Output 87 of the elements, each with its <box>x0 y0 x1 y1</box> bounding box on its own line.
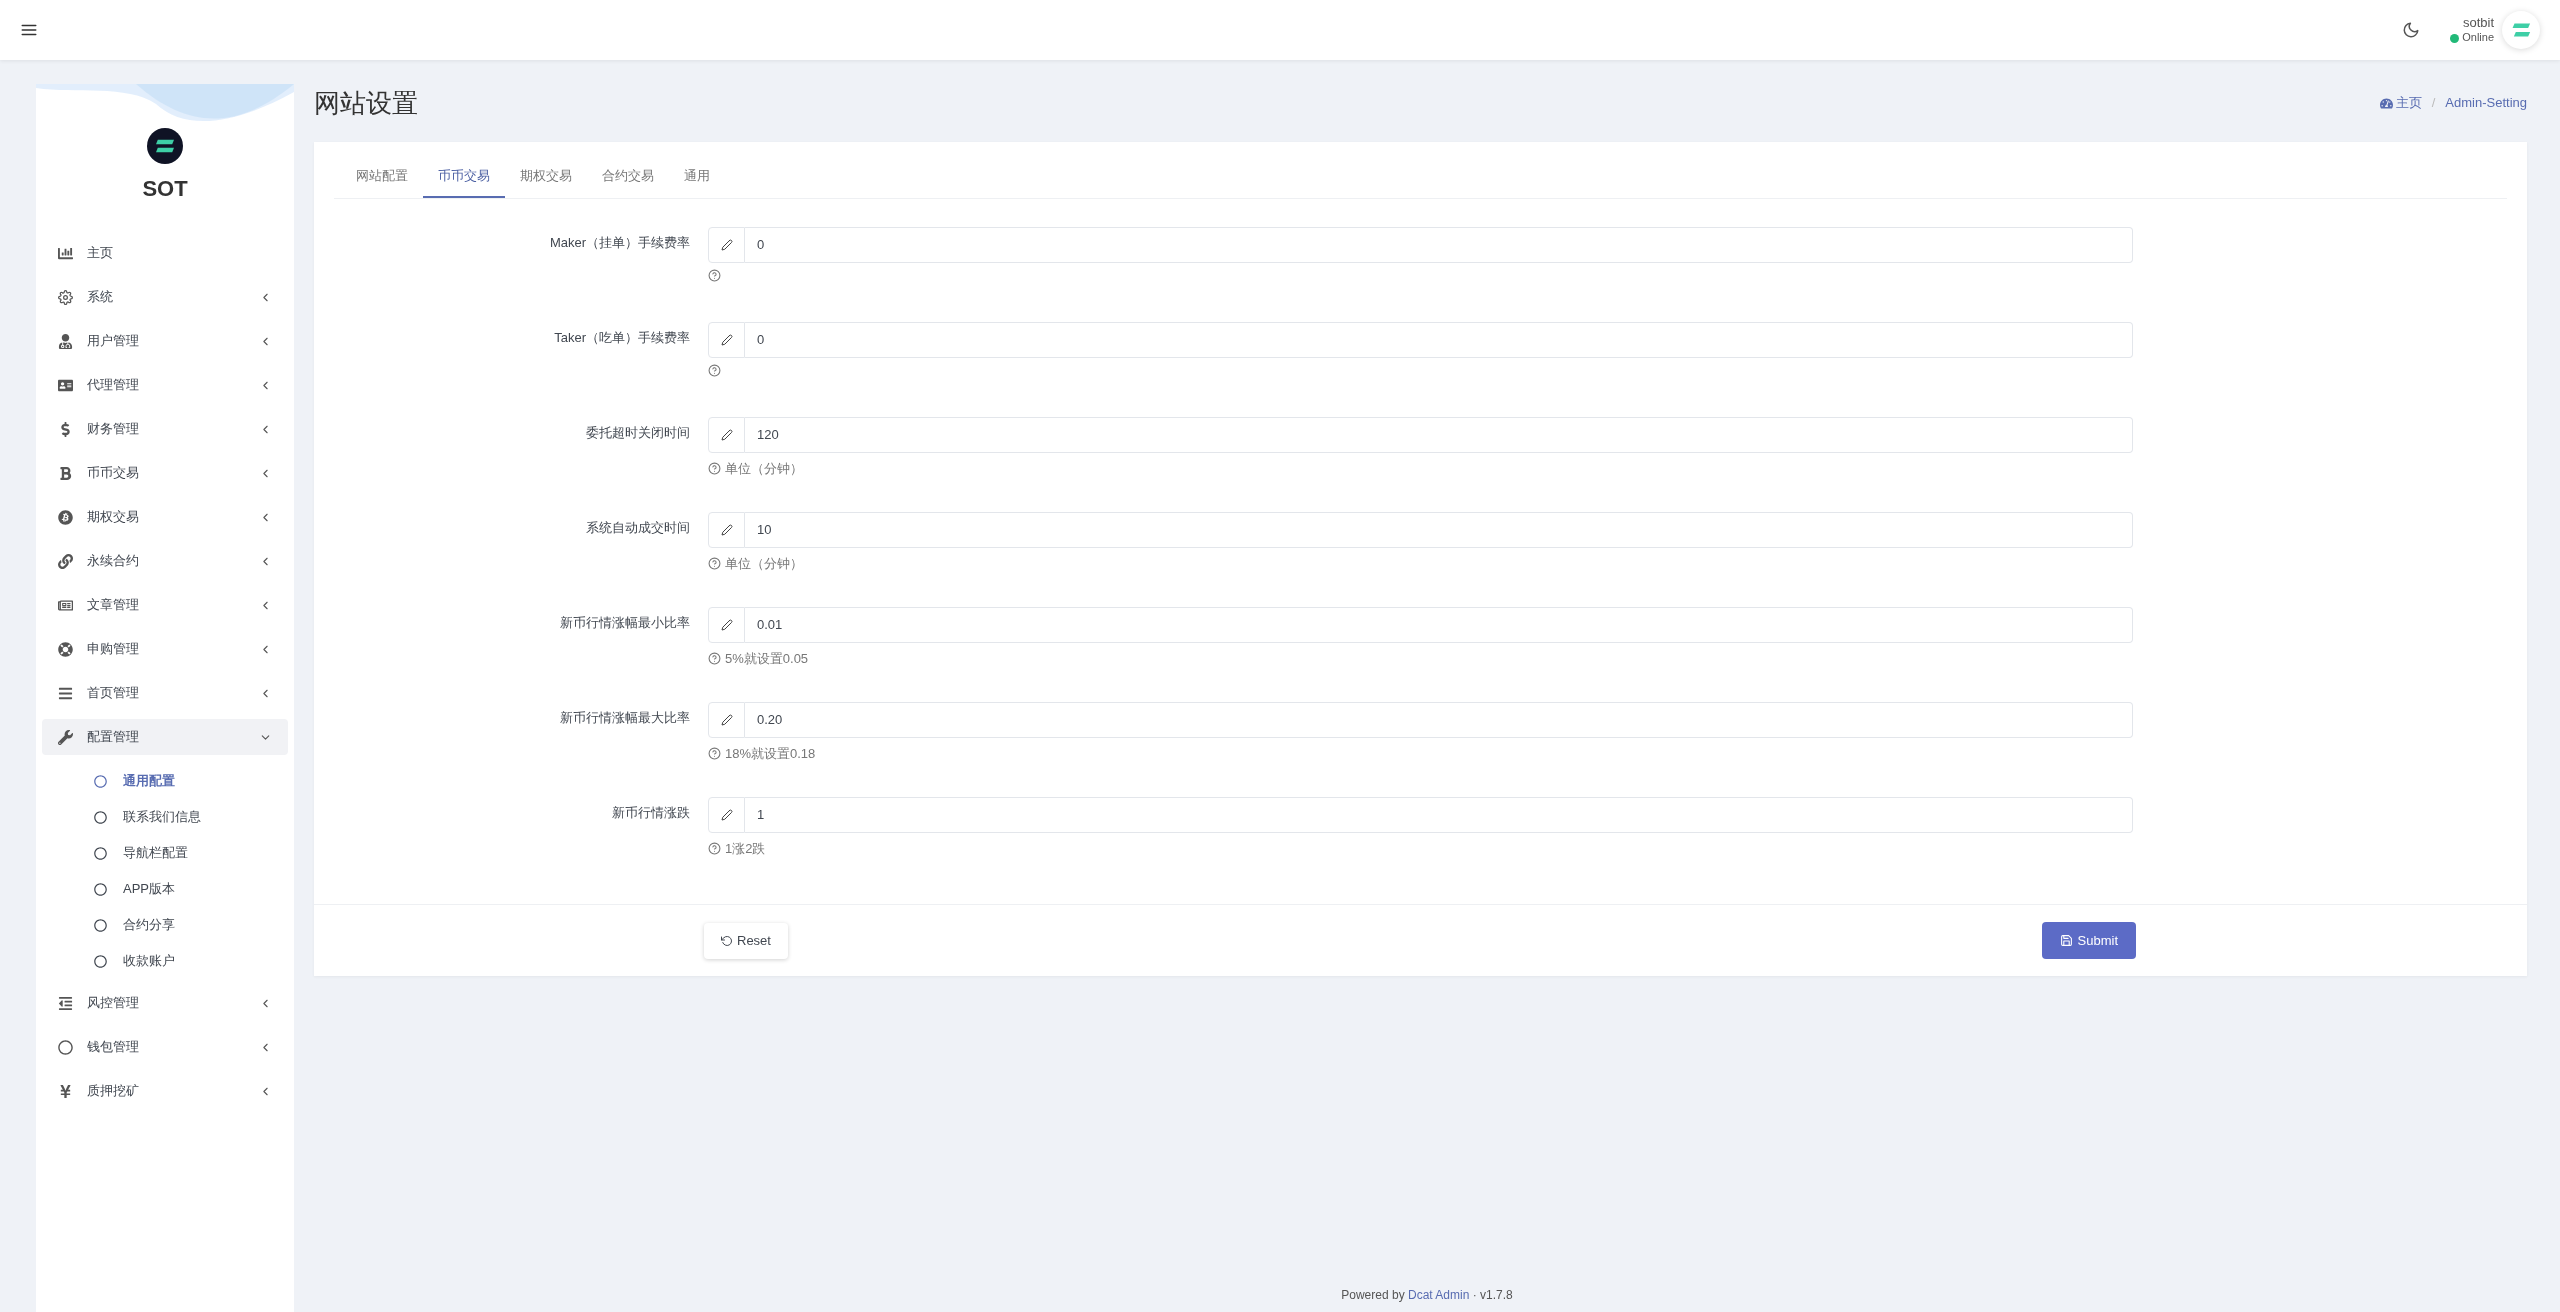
help-icon <box>708 652 721 666</box>
letter-b-icon <box>58 465 73 481</box>
menu-item[interactable]: 期权交易 <box>42 499 288 535</box>
outdent-icon <box>58 995 73 1011</box>
input-field[interactable]: 10 <box>745 512 2133 548</box>
pencil-icon <box>720 714 733 726</box>
menu-item[interactable]: 永续合约 <box>42 543 288 579</box>
submenu-item[interactable]: 导航栏配置 <box>36 835 294 871</box>
menu-item[interactable]: 首页管理 <box>42 675 288 711</box>
menu-item[interactable]: 用户管理 <box>42 323 288 359</box>
breadcrumb-link[interactable]: 主页 <box>2395 93 2422 113</box>
reset-icon <box>721 934 733 947</box>
reset-button[interactable]: Reset <box>704 922 788 959</box>
input-field[interactable]: 1 <box>745 797 2133 833</box>
pencil-icon <box>720 239 733 251</box>
submenu-item[interactable]: 联系我们信息 <box>36 799 294 835</box>
help-text: 1涨2跌 <box>725 840 766 858</box>
menu-item[interactable]: 系统 <box>42 279 288 315</box>
breadcrumb-separator: / <box>2431 94 2436 113</box>
input-field[interactable]: 0 <box>745 227 2133 263</box>
field-label: 委托超时关闭时间 <box>585 424 691 442</box>
footer-text: Powered by Dcat Admin · v1.7.8 <box>1340 1287 1514 1304</box>
menu-item[interactable]: 钱包管理 <box>42 1029 288 1065</box>
life-ring-icon <box>58 641 73 657</box>
menu-item[interactable]: 风控管理 <box>42 985 288 1021</box>
bitcoin-icon <box>58 509 73 525</box>
id-card-icon <box>58 377 73 393</box>
menu-item[interactable]: 文章管理 <box>42 587 288 623</box>
submenu-item[interactable]: APP版本 <box>36 871 294 907</box>
footer-link[interactable]: Dcat Admin <box>1408 1288 1470 1302</box>
tab[interactable]: 通用 <box>669 156 725 198</box>
pencil-icon <box>720 524 733 536</box>
tab[interactable]: 合约交易 <box>587 156 669 198</box>
wrench-icon <box>58 729 73 745</box>
status-text: Online <box>2462 31 2494 45</box>
field-label: Maker（挂单）手续费率 <box>548 234 691 252</box>
help-icon <box>708 269 721 282</box>
page-title: 网站设置 <box>314 86 418 120</box>
pencil-icon <box>720 429 733 441</box>
submenu-item[interactable]: 合约分享 <box>36 907 294 943</box>
submit-button[interactable]: Submit <box>2041 922 2136 959</box>
moon-icon[interactable] <box>2402 21 2421 39</box>
brand-name: SOT <box>142 175 188 203</box>
help-icon <box>708 747 721 761</box>
field-label: Taker（吃单）手续费率 <box>553 329 691 347</box>
menu-item[interactable]: 主页 <box>42 235 288 271</box>
menu-item[interactable]: 配置管理 <box>42 719 288 755</box>
help-text: 18%就设置0.18 <box>725 745 816 763</box>
help-icon <box>708 364 721 377</box>
help-icon <box>708 462 721 476</box>
field-label: 新币行情涨幅最大比率 <box>559 709 691 727</box>
field-label: 新币行情涨幅最小比率 <box>559 614 691 632</box>
bar-chart-icon <box>58 245 73 261</box>
breadcrumb-current: Admin-Setting <box>2445 94 2527 113</box>
menu-item[interactable]: 财务管理 <box>42 411 288 447</box>
bars-icon <box>58 685 73 701</box>
help-icon <box>708 842 721 856</box>
submenu-item[interactable]: 收款账户 <box>36 943 294 979</box>
tab[interactable]: 币币交易 <box>423 156 505 198</box>
help-text: 单位（分钟） <box>725 460 803 478</box>
tab[interactable]: 期权交易 <box>505 156 587 198</box>
link-icon <box>58 553 73 569</box>
menu-item[interactable]: 质押挖矿 <box>42 1073 288 1109</box>
user-name: sotbit <box>2462 15 2494 32</box>
input-field[interactable]: 0.01 <box>745 607 2133 643</box>
help-text: 单位（分钟） <box>725 555 803 573</box>
user-icon <box>58 333 73 349</box>
input-field[interactable]: 0 <box>745 322 2133 358</box>
save-icon <box>2059 934 2073 947</box>
menu-item[interactable]: 代理管理 <box>42 367 288 403</box>
dashboard-icon <box>2379 96 2393 110</box>
tab[interactable]: 网站配置 <box>341 156 423 198</box>
yen-icon <box>58 1083 73 1099</box>
help-text: 5%就设置0.05 <box>725 650 809 668</box>
brand-logo <box>147 128 183 164</box>
pencil-icon <box>720 809 733 821</box>
pencil-icon <box>720 619 733 631</box>
field-label: 新币行情涨跌 <box>611 804 691 822</box>
submenu-item[interactable]: 通用配置 <box>36 763 294 799</box>
pencil-icon <box>720 334 733 346</box>
menu-item[interactable]: 申购管理 <box>42 631 288 667</box>
settings-icon <box>58 289 73 305</box>
help-icon <box>708 557 721 571</box>
input-field[interactable]: 120 <box>745 417 2133 453</box>
input-field[interactable]: 0.20 <box>745 702 2133 738</box>
field-label: 系统自动成交时间 <box>585 519 691 537</box>
menu-item[interactable]: 币币交易 <box>42 455 288 491</box>
